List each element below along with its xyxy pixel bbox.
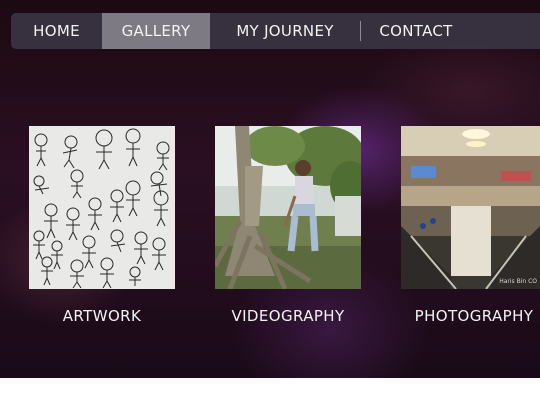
photo-watermark: Haris Bin CO (499, 278, 537, 285)
gallery-card-videography[interactable]: VIDEOGRAPHY (215, 126, 361, 325)
artwork-thumbnail[interactable] (29, 126, 175, 289)
page-background: HOME GALLERY MY JOURNEY CONTACT ARTWORK … (0, 0, 540, 378)
gallery-card-artwork[interactable]: ARTWORK (29, 126, 175, 325)
nav-gallery[interactable]: GALLERY (102, 13, 210, 49)
man-on-tree-roots-image (215, 126, 361, 289)
photography-label[interactable]: PHOTOGRAPHY (381, 307, 540, 325)
chibi-sketch-image (29, 126, 175, 289)
nav-contact[interactable]: CONTACT (361, 13, 471, 49)
main-navbar: HOME GALLERY MY JOURNEY CONTACT (11, 13, 540, 49)
artwork-label[interactable]: ARTWORK (9, 307, 195, 325)
nav-home[interactable]: HOME (11, 13, 102, 49)
videography-thumbnail[interactable] (215, 126, 361, 289)
videography-label[interactable]: VIDEOGRAPHY (195, 307, 381, 325)
mall-atrium-image (401, 126, 540, 289)
nav-my-journey[interactable]: MY JOURNEY (210, 13, 360, 49)
gallery-card-photography[interactable]: Haris Bin CO PHOTOGRAPHY (401, 126, 540, 325)
photography-thumbnail[interactable]: Haris Bin CO (401, 126, 540, 289)
